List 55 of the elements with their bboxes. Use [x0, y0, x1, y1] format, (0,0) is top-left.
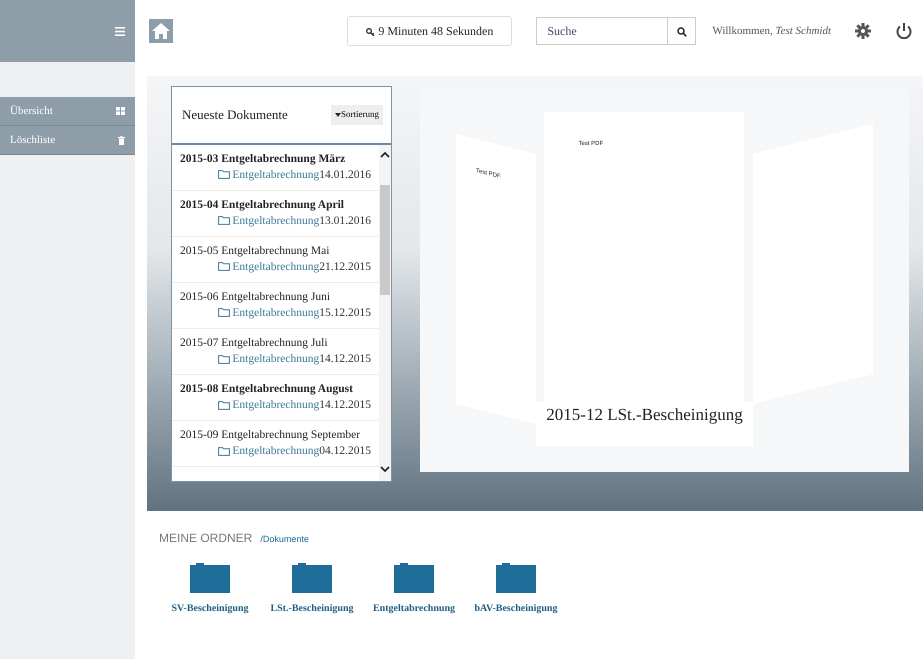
folder-icon	[394, 563, 434, 593]
folder-icon	[218, 262, 230, 272]
folder-icon	[218, 400, 230, 410]
folder-button[interactable]: LSt.-Bescheinigung	[269, 563, 355, 616]
session-timer: 9 Minuten 48 Sekunden	[347, 16, 512, 46]
folder-icon	[218, 216, 230, 226]
folder-button[interactable]: SV-Bescheinigung	[167, 563, 253, 616]
document-title[interactable]: 2015-09 Entgeltabrechnung September	[180, 428, 371, 444]
section-title: MEINE ORDNER	[159, 530, 252, 547]
folder-link[interactable]: Entgeltabrechnung	[232, 352, 320, 365]
document-title[interactable]: 2015-05 Entgeltabrechnung Mai	[180, 244, 371, 260]
document-date: 14.12.2015	[319, 352, 371, 365]
folder-icon	[218, 446, 230, 456]
document-title[interactable]: 2015-08 Entgeltabrechnung August	[180, 382, 371, 398]
document-date: 13.01.2016	[319, 214, 371, 227]
folder-icon	[190, 563, 230, 593]
document-date: 04.12.2015	[319, 444, 371, 457]
power-icon[interactable]	[895, 22, 913, 40]
folder-icon	[496, 563, 536, 593]
search-field[interactable]: Suche	[536, 17, 668, 45]
folder-link[interactable]: Entgeltabrechnung	[232, 260, 320, 273]
folder-button[interactable]: bAV-Bescheinigung	[473, 563, 559, 616]
document-date: 15.12.2015	[319, 306, 371, 319]
folder-icon	[292, 563, 332, 593]
breadcrumb-link[interactable]: /Dokumente	[260, 533, 309, 546]
document-title[interactable]: 2015-04 Entgeltabrechnung April	[180, 198, 371, 214]
document-title[interactable]: 2015-07 Entgeltabrechnung Juli	[180, 336, 371, 352]
document-date: 14.01.2016	[319, 168, 371, 181]
home-icon[interactable]	[149, 19, 173, 43]
document-date: 14.12.2015	[319, 398, 371, 411]
document-title[interactable]: 2015-06 Entgeltabrechnung Juni	[180, 290, 371, 306]
folder-icon	[218, 308, 230, 318]
grid-icon	[116, 107, 125, 115]
folder-icon	[218, 170, 230, 180]
document-title[interactable]: 2015-03 Entgeltabrechnung März	[180, 152, 371, 168]
search-icon	[676, 27, 687, 38]
scrollbar-drawing[interactable]	[379, 145, 391, 481]
document-title: 2015-12 LSt.-Bescheinigung	[536, 402, 753, 446]
search-button[interactable]	[668, 17, 696, 45]
folder-link[interactable]: Entgeltabrechnung	[232, 214, 320, 227]
menu-icon[interactable]	[115, 26, 125, 36]
document-date: 21.12.2015	[319, 260, 371, 273]
settings-icon[interactable]	[855, 23, 871, 39]
folder-link[interactable]: Entgeltabrechnung	[232, 398, 320, 411]
welcome-text: Willkommen, Test Schmidt	[712, 24, 831, 39]
folder-icon	[218, 354, 230, 364]
folder-link[interactable]: Entgeltabrechnung	[232, 444, 320, 457]
caret-icon	[335, 113, 341, 118]
panel-title: Neueste Dokumente	[182, 106, 288, 124]
folder-link[interactable]: Entgeltabrechnung	[232, 306, 320, 319]
sort-dropdown[interactable]: Sortierung	[331, 105, 383, 125]
key-icon	[366, 28, 376, 36]
folder-link[interactable]: Entgeltabrechnung	[232, 168, 320, 181]
folder-button[interactable]: Entgeltabrechnung	[371, 563, 457, 616]
trash-icon	[118, 136, 125, 144]
